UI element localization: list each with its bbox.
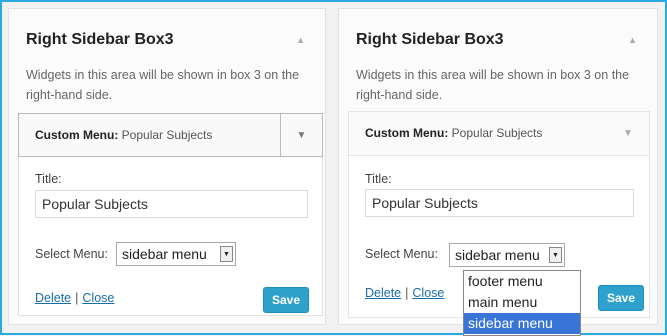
widget-header-label: Custom Menu: Popular Subjects [365, 126, 542, 140]
widget-header-label: Custom Menu: Popular Subjects [35, 128, 212, 142]
select-arrow-icon: ▼ [220, 246, 233, 262]
widget-type-label: Custom Menu: [365, 126, 449, 140]
panel-title: Right Sidebar Box3 [356, 31, 504, 48]
widget-header[interactable]: Custom Menu: Popular Subjects ▼ [349, 112, 649, 156]
delete-link[interactable]: Delete [35, 291, 71, 305]
menu-option-main[interactable]: main menu [464, 292, 580, 313]
custom-menu-widget: Custom Menu: Popular Subjects ▼ Title: P… [348, 111, 650, 336]
title-label: Title: [35, 172, 62, 186]
title-label: Title: [365, 172, 392, 186]
widget-actions: Delete | Close [365, 286, 444, 300]
close-link[interactable]: Close [82, 291, 114, 305]
widget-header[interactable]: Custom Menu: Popular Subjects ▼ [18, 113, 323, 157]
collapse-up-icon[interactable]: ▲ [628, 35, 637, 45]
title-input[interactable]: Popular Subjects [35, 190, 308, 218]
collapse-up-icon[interactable]: ▲ [296, 35, 305, 45]
select-menu-dropdown[interactable]: sidebar menu ▼ [449, 243, 565, 267]
menu-option-footer[interactable]: footer menu [464, 271, 580, 292]
panel-description: Widgets in this area will be shown in bo… [356, 68, 630, 102]
panel-description: Widgets in this area will be shown in bo… [26, 68, 300, 102]
expand-down-icon[interactable]: ▼ [607, 112, 649, 154]
sidebar-panel-right: Right Sidebar Box3 ▲ Widgets in this are… [338, 8, 658, 336]
close-link[interactable]: Close [412, 286, 444, 300]
select-arrow-icon: ▼ [549, 247, 562, 263]
widget-name-label: Popular Subjects [451, 126, 543, 140]
panel-title: Right Sidebar Box3 [26, 31, 174, 48]
delete-link[interactable]: Delete [365, 286, 401, 300]
select-menu-options: footer menu main menu sidebar menu [463, 270, 581, 336]
select-menu-label: Select Menu: [365, 247, 438, 261]
select-menu-value: sidebar menu [455, 247, 540, 263]
link-separator: | [405, 286, 409, 300]
custom-menu-widget: Custom Menu: Popular Subjects ▼ Title: P… [18, 113, 323, 316]
select-menu-dropdown[interactable]: sidebar menu ▼ [116, 242, 236, 266]
save-button[interactable]: Save [263, 287, 309, 313]
save-button[interactable]: Save [598, 285, 644, 311]
title-input[interactable]: Popular Subjects [365, 189, 634, 217]
menu-option-sidebar[interactable]: sidebar menu [464, 313, 580, 334]
widget-type-label: Custom Menu: [35, 128, 119, 142]
widget-actions: Delete | Close [35, 291, 114, 305]
sidebar-panel-left: Right Sidebar Box3 ▲ Widgets in this are… [8, 8, 326, 325]
expand-down-icon[interactable]: ▼ [280, 114, 322, 156]
select-menu-label: Select Menu: [35, 247, 108, 261]
select-menu-value: sidebar menu [122, 246, 207, 262]
link-separator: | [75, 291, 79, 305]
widget-name-label: Popular Subjects [121, 128, 213, 142]
